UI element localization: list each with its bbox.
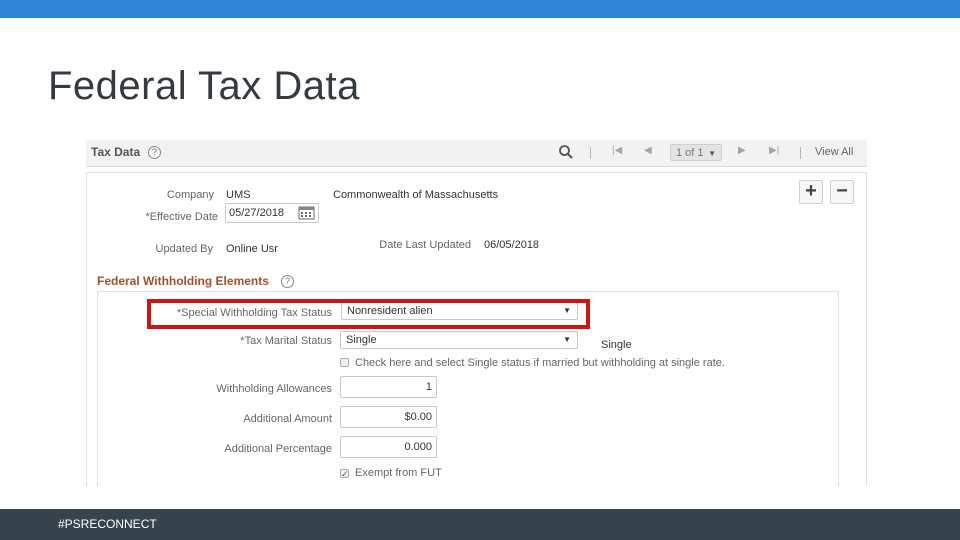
date-last-updated-value: 06/05/2018 bbox=[484, 239, 540, 251]
help-icon[interactable]: ? bbox=[148, 146, 161, 159]
delete-row-button[interactable]: − bbox=[830, 180, 854, 204]
single-rate-checkbox[interactable] bbox=[340, 358, 349, 367]
tax-data-header: Tax Data ? |◀ ◀ 1 of 1 ▼ ▶ ▶| View All bbox=[86, 140, 867, 167]
withholding-allowances-value: 1 bbox=[425, 381, 432, 393]
tax-marital-status-select[interactable]: Single ▼ bbox=[340, 331, 578, 349]
single-rate-checkbox-label: Check here and select Single status if m… bbox=[355, 357, 725, 369]
top-accent-bar bbox=[0, 0, 960, 18]
company-label: Company bbox=[166, 189, 214, 201]
effective-date-label: *Effective Date bbox=[145, 211, 218, 223]
additional-percentage-input[interactable]: 0.000 bbox=[340, 436, 437, 458]
exempt-futa-label: Exempt from FUT bbox=[355, 467, 442, 479]
additional-amount-input[interactable]: $0.00 bbox=[340, 406, 437, 428]
tax-marital-status-label: *Tax Marital Status bbox=[240, 335, 332, 347]
effective-date-value: 05/27/2018 bbox=[229, 207, 285, 219]
updated-by-value: Online Usr bbox=[226, 243, 278, 255]
marital-status-display: Single bbox=[601, 339, 632, 351]
pager-value: 1 of 1 bbox=[676, 147, 704, 159]
additional-percentage-value: 0.000 bbox=[404, 441, 432, 453]
company-name: Commonwealth of Massachusetts bbox=[333, 189, 499, 201]
slide-title: Federal Tax Data bbox=[48, 64, 360, 108]
withholding-allowances-input[interactable]: 1 bbox=[340, 376, 437, 398]
previous-page-icon[interactable]: ◀ bbox=[644, 145, 652, 156]
last-page-icon[interactable]: ▶| bbox=[769, 145, 779, 156]
withholding-allowances-label: Withholding Allowances bbox=[216, 383, 332, 395]
company-code: UMS bbox=[226, 189, 251, 201]
exempt-futa-checkbox[interactable]: ✓ bbox=[340, 469, 349, 479]
search-icon[interactable] bbox=[558, 144, 574, 160]
additional-amount-value: $0.00 bbox=[404, 411, 432, 423]
date-last-updated-label: Date Last Updated bbox=[379, 239, 471, 251]
calendar-icon[interactable] bbox=[298, 205, 315, 220]
add-row-button[interactable]: + bbox=[799, 180, 823, 204]
section-title: Federal Withholding Elements bbox=[97, 274, 269, 288]
tax-marital-status-value: Single bbox=[346, 334, 377, 346]
separator bbox=[590, 147, 591, 159]
footer-hashtag: #PSRECONNECT bbox=[58, 517, 157, 531]
next-page-icon[interactable]: ▶ bbox=[738, 145, 746, 156]
separator bbox=[800, 147, 801, 159]
additional-amount-label: Additional Amount bbox=[243, 413, 332, 425]
pager-select[interactable]: 1 of 1 ▼ bbox=[670, 144, 722, 161]
chevron-down-icon: ▼ bbox=[563, 335, 571, 344]
chevron-down-icon: ▼ bbox=[708, 149, 716, 158]
updated-by-label: Updated By bbox=[155, 243, 213, 255]
additional-percentage-label: Additional Percentage bbox=[224, 443, 332, 455]
page-title: Tax Data bbox=[91, 145, 141, 159]
footer-bar: #PSRECONNECT bbox=[0, 509, 960, 540]
highlight-box bbox=[147, 299, 590, 329]
help-icon[interactable]: ? bbox=[281, 275, 294, 288]
first-page-icon[interactable]: |◀ bbox=[612, 145, 622, 156]
view-all-link[interactable]: View All bbox=[815, 146, 853, 158]
tax-data-screenshot: Tax Data ? |◀ ◀ 1 of 1 ▼ ▶ ▶| View All C… bbox=[86, 138, 867, 486]
